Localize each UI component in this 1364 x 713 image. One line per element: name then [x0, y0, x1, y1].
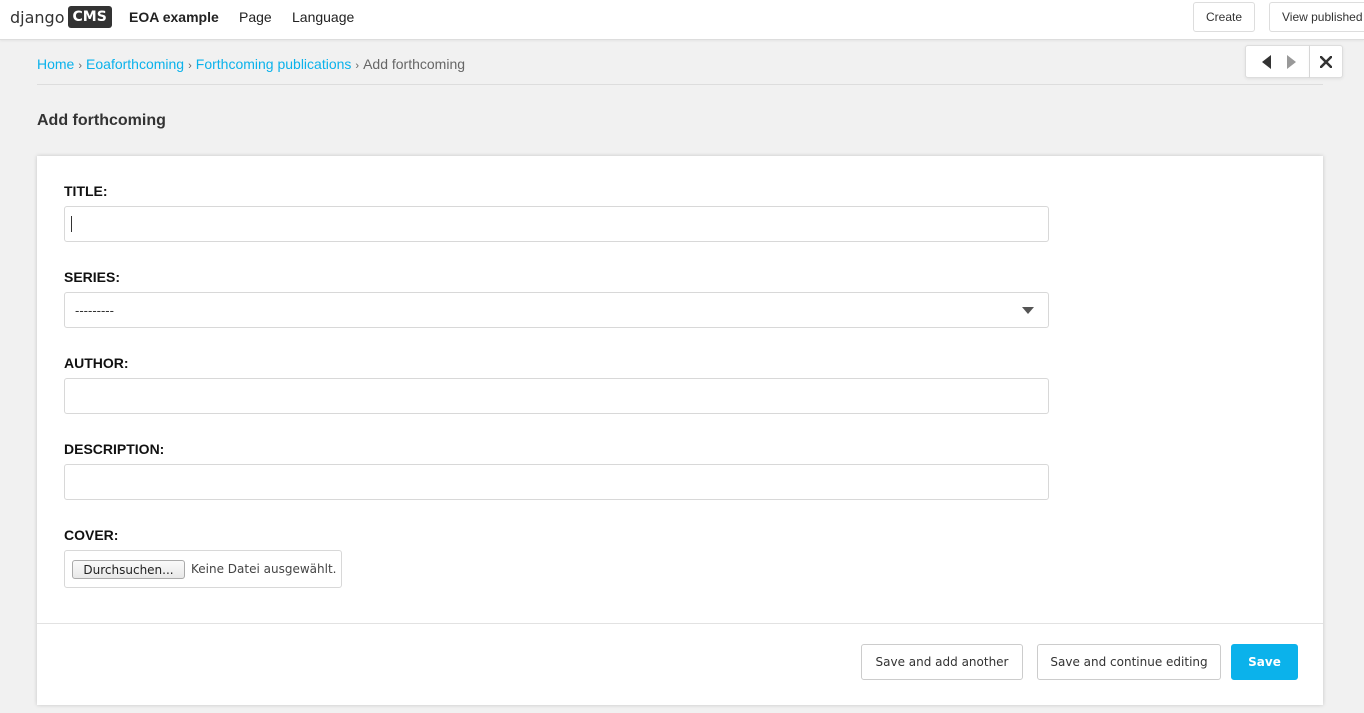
logo-text: django	[10, 7, 65, 27]
view-published-button[interactable]: View published	[1269, 2, 1364, 32]
caret-right-icon[interactable]	[1283, 53, 1299, 71]
breadcrumb-home[interactable]: Home	[37, 56, 74, 72]
description-input[interactable]	[64, 464, 1049, 500]
cover-file-field: Durchsuchen... Keine Datei ausgewählt.	[64, 550, 342, 588]
browse-button[interactable]: Durchsuchen...	[72, 560, 185, 579]
author-label: AUTHOR:	[64, 355, 129, 371]
logo-badge: CMS	[67, 6, 112, 28]
file-status: Keine Datei ausgewählt.	[191, 562, 337, 576]
breadcrumb-separator: ›	[355, 60, 360, 72]
close-icon	[1320, 55, 1332, 68]
series-label: SERIES:	[64, 269, 121, 285]
save-button[interactable]: Save	[1231, 644, 1298, 680]
chevron-down-icon	[1022, 307, 1034, 314]
save-and-add-another-button[interactable]: Save and add another	[861, 644, 1023, 680]
text-caret	[71, 216, 72, 232]
sideframe-nav	[1245, 45, 1310, 78]
page-menu[interactable]: Page	[239, 9, 272, 25]
breadcrumb-model[interactable]: Forthcoming publications	[196, 56, 352, 72]
django-cms-logo[interactable]: django CMS	[10, 6, 112, 28]
breadcrumb-separator: ›	[78, 60, 83, 72]
description-label: DESCRIPTION:	[64, 441, 165, 457]
title-label: TITLE:	[64, 183, 108, 199]
series-selected-value: ---------	[75, 303, 114, 318]
language-menu[interactable]: Language	[292, 9, 354, 25]
form-panel: TITLE: SERIES: --------- AUTHOR: DESCRIP…	[37, 156, 1323, 705]
title-input[interactable]	[64, 206, 1049, 242]
caret-left-icon[interactable]	[1259, 53, 1275, 71]
breadcrumb-current: Add forthcoming	[363, 56, 466, 72]
create-button[interactable]: Create	[1193, 2, 1255, 32]
breadcrumb-divider	[37, 84, 1323, 85]
save-and-continue-button[interactable]: Save and continue editing	[1037, 644, 1221, 680]
site-menu[interactable]: EOA example	[129, 9, 219, 25]
page-title: Add forthcoming	[37, 112, 166, 129]
breadcrumb-app[interactable]: Eoaforthcoming	[86, 56, 184, 72]
footer-divider	[37, 623, 1323, 624]
cover-label: COVER:	[64, 527, 119, 543]
series-select[interactable]: ---------	[64, 292, 1049, 328]
author-input[interactable]	[64, 378, 1049, 414]
breadcrumb-separator: ›	[188, 60, 192, 72]
cms-toolbar: django CMS EOA example Page Language Cre…	[0, 0, 1364, 40]
breadcrumb: Home › Eoaforthcoming › Forthcoming publicat…	[37, 56, 465, 72]
close-button[interactable]	[1310, 45, 1343, 78]
